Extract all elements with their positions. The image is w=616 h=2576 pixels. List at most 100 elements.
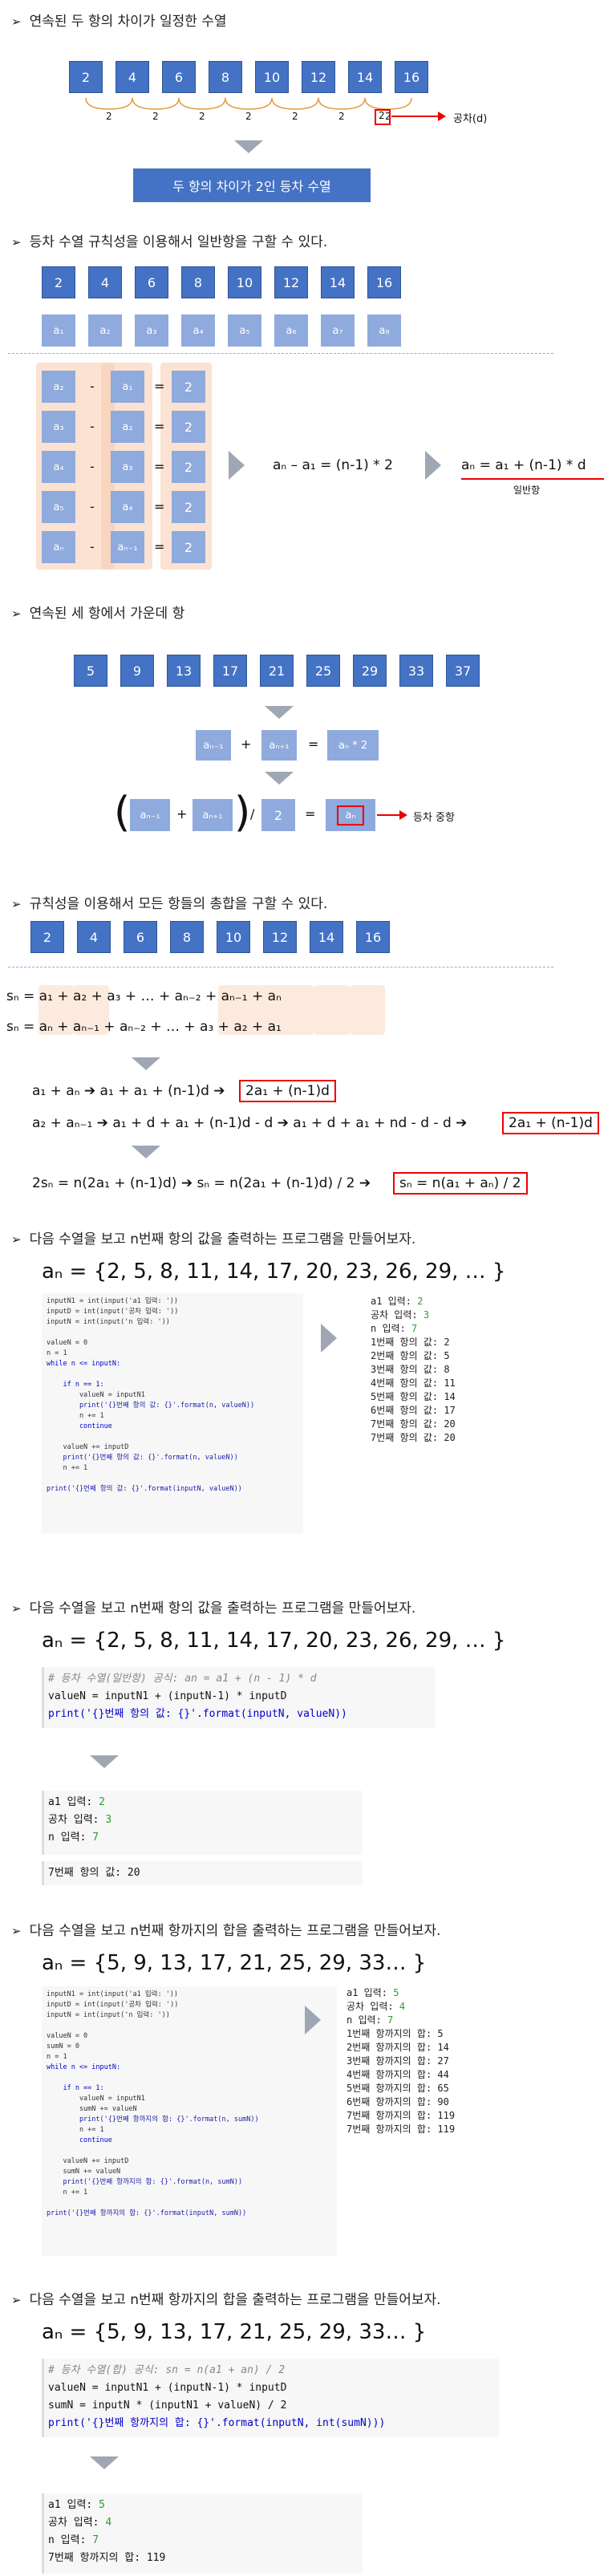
output-line: 1번째 항까지의 합: 5 — [346, 2028, 444, 2039]
difference-equation: aₙ – a₁ = (n-1) * 2 — [273, 457, 393, 473]
minus-sign: - — [90, 499, 95, 514]
sequence-box: 2 — [69, 61, 103, 93]
term-box: a₆ — [274, 314, 308, 347]
term-box: a₂ — [111, 411, 144, 443]
sequence-box: 2 — [30, 921, 64, 953]
down-chevron-icon — [265, 706, 294, 719]
code-line: print('{}번째 항까지의 합: {}'.format(n, sumN)) — [47, 2116, 259, 2124]
program-output: a1 입력: 5 공차 입력: 4 n 입력: 7 1번째 항까지의 합: 5 2번째 … — [346, 1986, 455, 2136]
term-box: a₄ — [42, 451, 75, 483]
output-line: 7번째 항까지의 합: 119 — [346, 2124, 456, 2135]
difference-arc — [225, 97, 273, 110]
term-next: aₙ₊₁ — [192, 799, 233, 831]
code-line: n += 1 — [47, 2126, 104, 2134]
output-line: 7번째 항까지의 합: 119 — [346, 2110, 456, 2121]
code-line: n += 1 — [47, 2189, 88, 2197]
term-box: a₅ — [228, 314, 261, 347]
term-box: a₁ — [42, 314, 75, 347]
difference-label: 2 — [245, 111, 252, 122]
close-paren: ) — [234, 789, 251, 837]
code-line: sumN += valueN — [47, 2105, 137, 2113]
output-line: a1 입력: 2 — [48, 1796, 105, 1808]
term-prev: aₙ₋₁ — [196, 730, 231, 761]
plus-sign: + — [176, 806, 188, 821]
term-box: a₃ — [42, 411, 75, 443]
equals-sign: = — [154, 379, 165, 394]
code-line: valueN = inputN1 + (inputN-1) * inputD — [48, 1690, 287, 1702]
bullet-arrow-icon: ➢ — [11, 1924, 22, 1938]
code-line: inputN1 = int(input('a1 입력: ')) — [47, 1297, 179, 1305]
term-next: aₙ₊₁ — [261, 730, 297, 761]
right-chevron-icon — [425, 451, 441, 480]
program-output: a1 입력: 2 공차 입력: 3 n 입력: 7 1번째 항의 값: 2 2번째 항의… — [371, 1295, 456, 1445]
sum-forward: sₙ = a₁ + a₂ + a₃ + … + aₙ₋₂ + aₙ₋₁ + aₙ — [6, 988, 282, 1004]
output-line: 3번째 항의 값: 8 — [371, 1364, 450, 1375]
common-difference-value: 2 — [379, 110, 385, 121]
output-line: 7번째 항의 값: 20 — [371, 1432, 456, 1443]
equals-sign: = — [154, 419, 165, 434]
equals-sign: = — [308, 736, 319, 752]
output-line: 5번째 항까지의 합: 65 — [346, 2083, 449, 2094]
section-heading-5: ➢ 다음 수열을 보고 n번째 항의 값을 출력하는 프로그램을 만들어보자. — [11, 1231, 416, 1247]
code-line: n += 1 — [47, 1464, 88, 1472]
right-chevron-icon — [305, 2006, 321, 2034]
code-line: while n <= inputN: — [47, 1360, 121, 1368]
difference-arc — [85, 97, 133, 110]
common-difference-label: 공차(d) — [453, 113, 488, 125]
sequence-definition: aₙ = {2, 5, 8, 11, 14, 17, 20, 23, 26, 2… — [42, 1260, 506, 1284]
code-line: n = 1 — [47, 2053, 67, 2061]
right-chevron-icon — [321, 1324, 337, 1353]
minus-sign: - — [90, 419, 95, 434]
code-line: print('{}번째 항의 값: {}'.format(n, valueN)) — [47, 1454, 238, 1462]
down-chevron-icon — [132, 1146, 160, 1158]
difference-arcs — [85, 97, 412, 110]
term-highlight — [314, 985, 350, 1035]
sequence-box: 33 — [399, 655, 433, 687]
sequence-box: 21 — [260, 655, 294, 687]
sequence-box: 4 — [88, 266, 122, 298]
sequence-definition: aₙ = {2, 5, 8, 11, 14, 17, 20, 23, 26, 2… — [42, 1629, 506, 1653]
section-heading-7: ➢ 다음 수열을 보고 n번째 항까지의 합을 출력하는 프로그램을 만들어보자. — [11, 1923, 441, 1939]
banner: 두 항의 차이가 2인 등차 수열 — [133, 168, 371, 202]
sequence-box: 12 — [274, 266, 308, 298]
output-line: a1 입력: 5 — [346, 1987, 399, 1998]
code-line: print('{}번째 항의 값: {}'.format(inputN, val… — [48, 1708, 347, 1720]
bullet-arrow-icon: ➢ — [11, 1232, 22, 1247]
code-line: valueN += inputD — [47, 2157, 129, 2165]
sum-reverse: sₙ = aₙ + aₙ₋₁ + aₙ₋₂ + … + a₃ + a₂ + a₁ — [6, 1019, 282, 1035]
loop-code: inputN1 = int(input('a1 입력: ')) inputD = … — [47, 1990, 259, 2219]
output-line: 4번째 항의 값: 11 — [371, 1377, 456, 1389]
program-result: 7번째 항의 값: 20 — [48, 1867, 140, 1879]
equals-sign: = — [154, 539, 165, 554]
general-term-formula: aₙ = a₁ + (n-1) * d — [461, 457, 586, 473]
dashed-divider — [8, 353, 553, 354]
difference-arc — [178, 97, 226, 110]
red-arrow-line — [377, 814, 401, 816]
general-term-label: 일반항 — [513, 485, 541, 496]
sequence-box: 6 — [124, 921, 157, 953]
output-line: 1번째 항의 값: 2 — [371, 1337, 450, 1348]
output-line: 7번째 항까지의 합: 119 — [48, 2552, 166, 2564]
divide-sign: / — [250, 806, 255, 821]
difference-label: 2 — [106, 111, 112, 122]
code-line: print('{}번째 항의 값: {}'.format(n, valueN)) — [47, 1402, 255, 1410]
term-box: a₃ — [111, 451, 144, 483]
bullet-arrow-icon: ➢ — [11, 235, 22, 249]
sequence-box: 12 — [302, 61, 335, 93]
red-arrow-head-icon — [438, 112, 446, 121]
output-line: 2번째 항의 값: 5 — [371, 1350, 450, 1361]
code-line: continue — [47, 2136, 112, 2144]
loop-code: inputN1 = int(input('a1 입력: ')) inputD = … — [47, 1296, 254, 1495]
output-line: 3번째 항까지의 합: 27 — [346, 2055, 449, 2067]
difference-arc — [364, 97, 412, 110]
sequence-box: 12 — [263, 921, 297, 953]
pair-sum-1: a₁ + aₙ ➔ a₁ + a₁ + (n-1)d ➔ — [32, 1083, 225, 1099]
right-chevron-icon — [229, 451, 245, 480]
difference-label: 2 — [292, 111, 298, 122]
